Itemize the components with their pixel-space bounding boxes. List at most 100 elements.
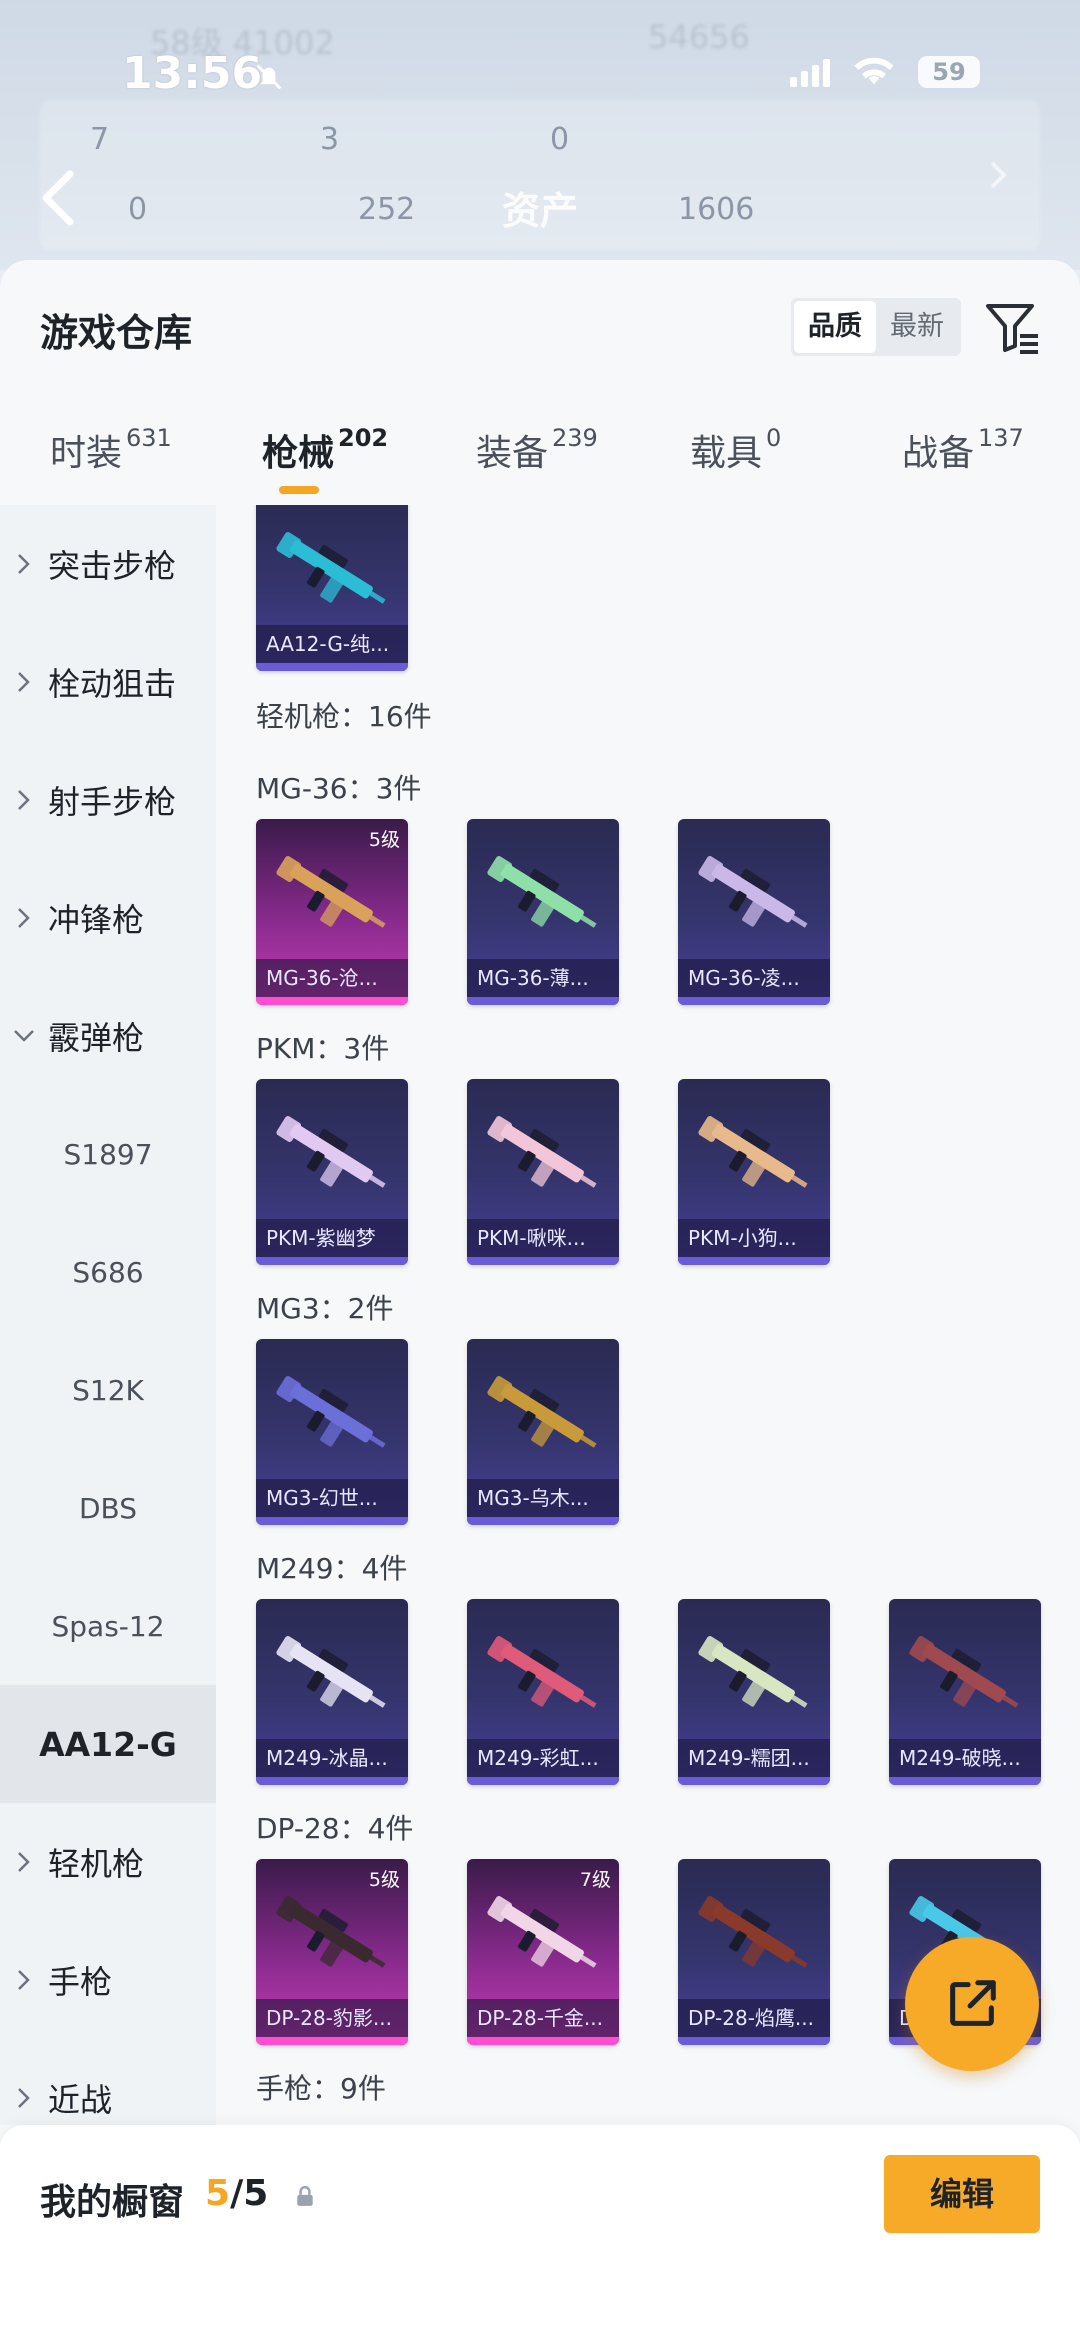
rarity-bar — [256, 1517, 408, 1525]
sidebar-item[interactable]: S1897 — [0, 1095, 216, 1213]
rarity-bar — [678, 2037, 830, 2045]
weapon-card[interactable]: M249-冰晶... — [256, 1599, 408, 1785]
filter-icon[interactable] — [984, 300, 1040, 356]
sort-toggle: 品质 最新 — [791, 298, 961, 356]
weapon-image — [698, 1896, 808, 1968]
weapon-card[interactable]: MG-36-凌... — [678, 819, 830, 1005]
share-export-icon — [950, 1980, 996, 2026]
chevron-right-icon — [0, 553, 48, 575]
weapon-level-badge: 5级 — [368, 829, 400, 851]
sidebar-item-label: 霰弹枪 — [48, 1019, 145, 1057]
weapon-name: PKM-小狗... — [678, 1219, 830, 1257]
weapon-card[interactable]: DP-28-焰鹰... — [678, 1859, 830, 2045]
status-time: 13:56 — [122, 48, 263, 99]
weapon-name: DP-28-千金... — [467, 1999, 619, 2037]
sidebar-item[interactable]: 霰弹枪 — [0, 977, 216, 1095]
sidebar-item[interactable]: 轻机枪 — [0, 1803, 216, 1921]
sidebar-item-label: S12K — [72, 1373, 144, 1407]
sidebar-item[interactable]: S686 — [0, 1213, 216, 1331]
sidebar-item-label: 近战 — [48, 2081, 113, 2119]
group-label: PKM：3件 — [256, 1032, 390, 1065]
active-tab-indicator — [279, 486, 319, 494]
sidebar-item-label: AA12-G — [39, 1724, 177, 1764]
weapon-card[interactable]: M249-彩虹... — [467, 1599, 619, 1785]
status-bar: 13:56 59 — [0, 0, 1080, 150]
tab-label: 战备 — [902, 433, 975, 474]
rarity-bar — [678, 1257, 830, 1265]
group-label: DP-28：4件 — [256, 1812, 414, 1845]
weapon-image — [487, 1636, 597, 1708]
sidebar-item[interactable]: 栓动狙击 — [0, 623, 216, 741]
weapon-image — [276, 1636, 386, 1708]
sidebar-item[interactable]: AA12-G — [0, 1685, 216, 1803]
tab-equipment[interactable]: 装备 239 — [476, 424, 598, 476]
rarity-bar — [256, 663, 408, 671]
weapon-name: M249-糯团... — [678, 1739, 830, 1777]
tab-fashion[interactable]: 时装 631 — [50, 424, 172, 476]
weapon-image — [487, 1116, 597, 1188]
weapon-name: DP-28-豹影... — [256, 1999, 408, 2037]
showcase-count: 5/5 — [205, 2173, 269, 2214]
sidebar-item[interactable]: 冲锋枪 — [0, 859, 216, 977]
weapon-card[interactable]: 5级 MG-36-沧... — [256, 819, 408, 1005]
weapon-type-sidebar: 突击步枪栓动狙击射手步枪冲锋枪霰弹枪 S1897 S686 S12K DBS Spas-1… — [0, 505, 216, 2125]
weapon-card[interactable]: PKM-啾咪... — [467, 1079, 619, 1265]
tab-label: 装备 — [476, 433, 549, 474]
group-label: MG3：2件 — [256, 1292, 394, 1325]
mute-bell-icon — [256, 64, 282, 90]
chevron-right-icon[interactable] — [986, 160, 1010, 190]
group-label: MG-36：3件 — [256, 772, 422, 805]
weapon-name: PKM-啾咪... — [467, 1219, 619, 1257]
showcase-bar: 我的橱窗 5/5 编辑 — [0, 2125, 1080, 2347]
weapon-image — [276, 532, 386, 604]
weapon-image — [487, 1896, 597, 1968]
chevron-right-icon — [0, 2087, 48, 2109]
sort-quality-button[interactable]: 品质 — [794, 301, 876, 353]
weapon-card[interactable]: 7级 DP-28-千金... — [467, 1859, 619, 2045]
tab-count: 631 — [126, 424, 172, 452]
tab-vehicles[interactable]: 载具 0 — [690, 424, 781, 476]
edit-showcase-button[interactable]: 编辑 — [884, 2155, 1040, 2233]
weapon-card[interactable]: M249-破晓... — [889, 1599, 1041, 1785]
sidebar-item[interactable]: 近战 — [0, 2039, 216, 2125]
sidebar-item-label: 栓动狙击 — [48, 665, 177, 703]
sidebar-item-label: 手枪 — [48, 1963, 113, 2001]
rarity-bar — [467, 997, 619, 1005]
tab-label: 时装 — [50, 433, 123, 474]
weapon-card[interactable]: 5级 DP-28-豹影... — [256, 1859, 408, 2045]
chevron-right-icon — [0, 671, 48, 693]
rarity-bar — [678, 1777, 830, 1785]
showcase-total: 5 — [243, 2173, 269, 2214]
weapon-name: MG3-乌木... — [467, 1479, 619, 1517]
share-fab-button[interactable] — [905, 1937, 1039, 2071]
sidebar-item[interactable]: 突击步枪 — [0, 505, 216, 623]
sidebar-item-label: Spas-12 — [51, 1609, 165, 1643]
sidebar-item[interactable]: DBS — [0, 1449, 216, 1567]
sidebar-item-label: 冲锋枪 — [48, 901, 145, 939]
weapon-image — [698, 1116, 808, 1188]
sidebar-item[interactable]: 手枪 — [0, 1921, 216, 2039]
sidebar-item[interactable]: Spas-12 — [0, 1567, 216, 1685]
sort-newest-button[interactable]: 最新 — [876, 301, 958, 353]
weapon-card[interactable]: MG3-乌木... — [467, 1339, 619, 1525]
sidebar-item-label: DBS — [78, 1491, 138, 1525]
weapon-card[interactable]: MG-36-薄... — [467, 819, 619, 1005]
weapon-card[interactable]: AA12-G-纯... — [256, 505, 408, 671]
sheet-title: 游戏仓库 — [40, 311, 193, 355]
weapon-image — [487, 1376, 597, 1448]
weapon-card[interactable]: M249-糯团... — [678, 1599, 830, 1785]
weapon-card[interactable]: PKM-紫幽梦 — [256, 1079, 408, 1265]
weapon-image — [276, 1896, 386, 1968]
weapon-name: AA12-G-纯... — [256, 625, 408, 663]
tab-supplies[interactable]: 战备 137 — [902, 424, 1024, 476]
sidebar-item[interactable]: 射手步枪 — [0, 741, 216, 859]
sidebar-item[interactable]: S12K — [0, 1331, 216, 1449]
weapon-card[interactable]: PKM-小狗... — [678, 1079, 830, 1265]
sidebar-item-label: 突击步枪 — [48, 547, 177, 585]
tab-firearms[interactable]: 枪械 202 — [262, 424, 388, 476]
weapon-card[interactable]: MG3-幻世... — [256, 1339, 408, 1525]
page-title: 资产 — [501, 189, 578, 233]
chevron-down-icon — [0, 1029, 48, 1043]
group-label: M249：4件 — [256, 1552, 408, 1585]
weapon-name: DP-28-焰鹰... — [678, 1999, 830, 2037]
